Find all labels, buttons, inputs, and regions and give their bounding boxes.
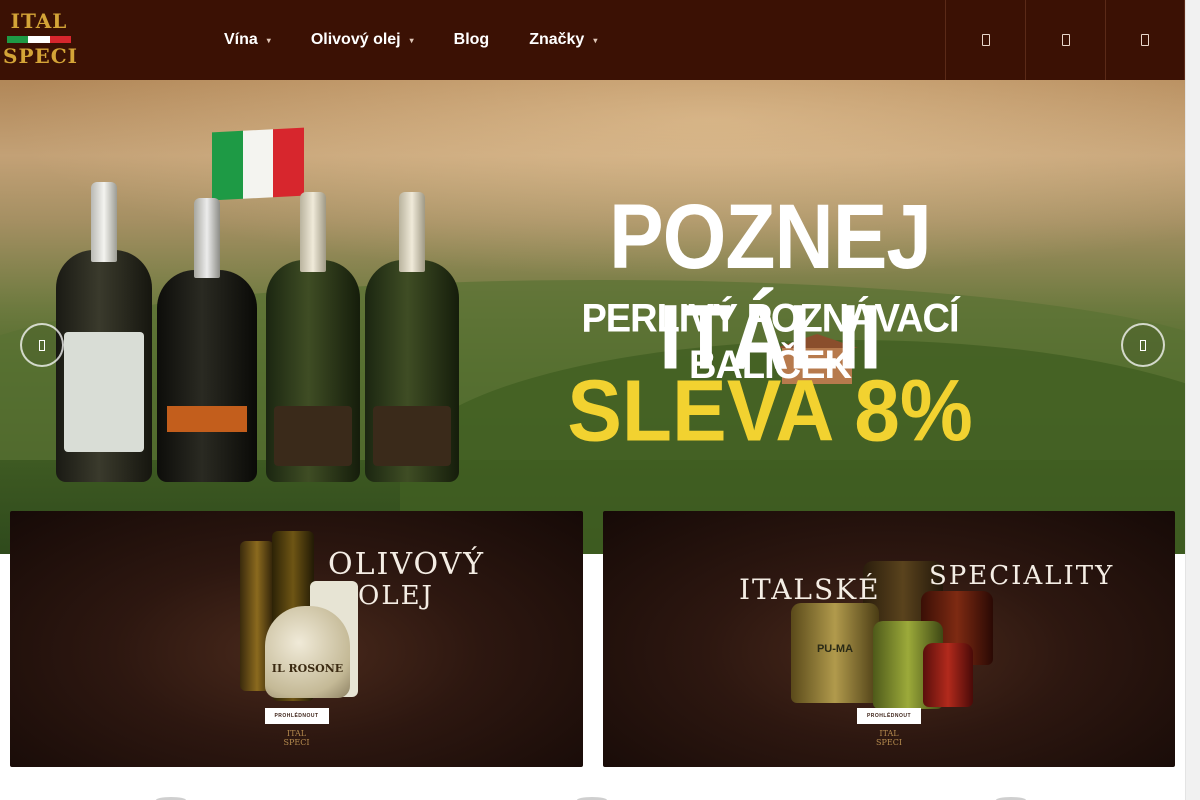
- chevron-right-icon: [1140, 339, 1146, 351]
- wine-bottle: [365, 192, 459, 482]
- nav-item-label: Olivový olej: [310, 31, 401, 48]
- mini-logo-line2: SPECI: [283, 738, 310, 747]
- site-header: ITAL SPECI Vína ▾ Olivový olej ▾ Blog Zn…: [0, 0, 1185, 80]
- promo-specialities[interactable]: PU-MA ITALSKÉ SPECIALITY PROHLÉDNOUT ITA…: [603, 511, 1175, 767]
- cart-icon: [1141, 34, 1149, 46]
- nav-item-olivovy-olej[interactable]: Olivový olej ▾: [291, 0, 434, 80]
- chevron-down-icon: ▾: [593, 35, 598, 45]
- slider-next-button[interactable]: [1121, 323, 1165, 367]
- page: ITAL SPECI Vína ▾ Olivový olej ▾ Blog Zn…: [0, 0, 1200, 800]
- logo-line1: ITAL: [10, 9, 68, 33]
- browse-button[interactable]: PROHLÉDNOUT: [264, 708, 329, 724]
- wine-bottle: [157, 198, 257, 482]
- next-section-preview: [0, 790, 1185, 800]
- hero-slider[interactable]: POZNEJ ITÁLII PERLIVÝ POZNÁVACÍ BALÍČEK …: [0, 80, 1185, 554]
- promo-title-line1: ITALSKÉ: [739, 573, 881, 606]
- mini-logo-line1: ITAL: [286, 729, 307, 738]
- cart-button[interactable]: [1105, 0, 1185, 80]
- wine-bottle: [56, 182, 152, 482]
- slider-prev-button[interactable]: [20, 323, 64, 367]
- user-icon: [1061, 34, 1070, 46]
- header-icons: [945, 0, 1185, 80]
- search-button[interactable]: [945, 0, 1025, 80]
- promo-title-line1: OLIVOVÝ: [328, 547, 486, 582]
- nav-item-blog[interactable]: Blog: [434, 0, 510, 80]
- chevron-down-icon: ▾: [409, 35, 414, 45]
- promo-olive-oil[interactable]: IL ROSONE OLIVOVÝ OLEJ PROHLÉDNOUT ITAL …: [10, 511, 583, 767]
- promo-title-line2: SPECIALITY: [929, 561, 1115, 591]
- mini-logo-line2: SPECI: [876, 738, 902, 747]
- olive-oil-jug: IL ROSONE: [265, 606, 350, 698]
- nav-item-label: Značky: [529, 31, 585, 48]
- product-label: PU-MA: [816, 643, 854, 655]
- italian-flag-image: [212, 127, 305, 201]
- mini-logo: ITAL SPECI: [284, 729, 310, 747]
- nav-item-label: Vína: [224, 31, 258, 48]
- hero-discount: SLEVA 8%: [567, 363, 973, 460]
- wine-bottle: [266, 192, 360, 482]
- jar: [923, 643, 973, 707]
- product-label: IL ROSONE: [271, 662, 344, 675]
- mini-logo: ITAL SPECI: [876, 729, 902, 747]
- logo-line2: SPECI: [3, 44, 78, 68]
- main-nav: Vína ▾ Olivový olej ▾ Blog Značky ▾: [204, 0, 617, 80]
- nav-item-vina[interactable]: Vína ▾: [204, 0, 291, 80]
- account-button[interactable]: [1025, 0, 1105, 80]
- chevron-left-icon: [39, 339, 45, 351]
- jar: PU-MA: [791, 603, 879, 703]
- logo-flag: [7, 36, 71, 43]
- chevron-down-icon: ▾: [266, 35, 271, 45]
- mini-logo-line1: ITAL: [879, 729, 899, 738]
- site-logo[interactable]: ITAL SPECI: [3, 9, 78, 70]
- search-icon: [981, 34, 990, 46]
- nav-item-znacky[interactable]: Značky ▾: [509, 0, 617, 80]
- nav-item-label: Blog: [453, 31, 490, 48]
- page-scrollbar[interactable]: [1185, 0, 1200, 800]
- promo-title-line2: OLEJ: [358, 581, 434, 611]
- browse-button[interactable]: PROHLÉDNOUT: [857, 708, 921, 724]
